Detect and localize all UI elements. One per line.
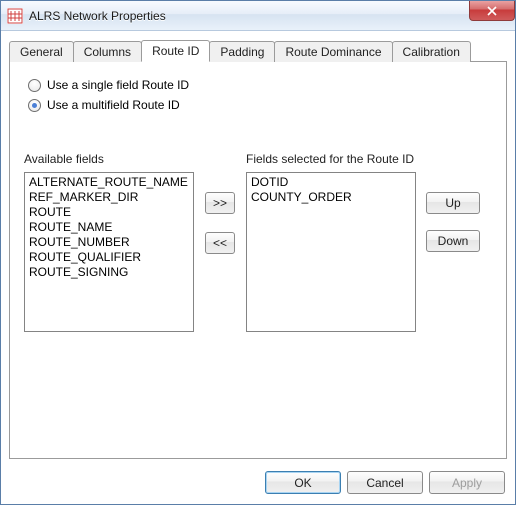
radio-multi-label: Use a multifield Route ID — [47, 98, 180, 112]
tab-calibration[interactable]: Calibration — [392, 41, 471, 62]
tab-route-dominance[interactable]: Route Dominance — [274, 41, 392, 62]
list-item[interactable]: ROUTE_NUMBER — [29, 235, 189, 250]
radio-single-label: Use a single field Route ID — [47, 78, 189, 92]
down-button[interactable]: Down — [426, 230, 480, 252]
dialog-footer: OK Cancel Apply — [9, 467, 507, 496]
tab-padding[interactable]: Padding — [209, 41, 275, 62]
title-bar: ALRS Network Properties — [1, 1, 515, 31]
apply-button[interactable]: Apply — [429, 471, 505, 494]
list-item[interactable]: ROUTE_SIGNING — [29, 265, 189, 280]
list-item[interactable]: ROUTE_NAME — [29, 220, 189, 235]
radio-multi[interactable] — [28, 99, 41, 112]
transfer-buttons: >> << — [198, 192, 242, 254]
selected-fields-label: Fields selected for the Route ID — [246, 152, 416, 166]
list-item[interactable]: ROUTE — [29, 205, 189, 220]
tab-strip: General Columns Route ID Padding Route D… — [9, 39, 507, 62]
list-item[interactable]: REF_MARKER_DIR — [29, 190, 189, 205]
cancel-button[interactable]: Cancel — [347, 471, 423, 494]
up-button[interactable]: Up — [426, 192, 480, 214]
radio-single-row[interactable]: Use a single field Route ID — [28, 78, 492, 92]
tab-panel-route-id: Use a single field Route ID Use a multif… — [9, 62, 507, 459]
available-fields-label: Available fields — [24, 152, 194, 166]
dual-list-container: Available fields ALTERNATE_ROUTE_NAMEREF… — [24, 152, 492, 332]
tab-route-id[interactable]: Route ID — [141, 40, 210, 62]
available-column: Available fields ALTERNATE_ROUTE_NAMEREF… — [24, 152, 194, 332]
close-icon — [487, 6, 497, 16]
list-item[interactable]: ALTERNATE_ROUTE_NAME — [29, 175, 189, 190]
app-icon — [7, 8, 23, 24]
list-item[interactable]: DOTID — [251, 175, 411, 190]
list-item[interactable]: COUNTY_ORDER — [251, 190, 411, 205]
selected-column: Fields selected for the Route ID DOTIDCO… — [246, 152, 416, 332]
tab-columns[interactable]: Columns — [73, 41, 142, 62]
move-right-button[interactable]: >> — [205, 192, 235, 214]
radio-single[interactable] — [28, 79, 41, 92]
client-area: General Columns Route ID Padding Route D… — [1, 31, 515, 504]
list-item[interactable]: ROUTE_QUALIFIER — [29, 250, 189, 265]
radio-multi-row[interactable]: Use a multifield Route ID — [28, 98, 492, 112]
ok-button[interactable]: OK — [265, 471, 341, 494]
order-buttons: Up Down — [420, 192, 480, 252]
window-title: ALRS Network Properties — [29, 9, 166, 23]
tab-general[interactable]: General — [9, 41, 74, 62]
move-left-button[interactable]: << — [205, 232, 235, 254]
close-button[interactable] — [469, 1, 515, 21]
selected-fields-list[interactable]: DOTIDCOUNTY_ORDER — [246, 172, 416, 332]
available-fields-list[interactable]: ALTERNATE_ROUTE_NAMEREF_MARKER_DIRROUTER… — [24, 172, 194, 332]
